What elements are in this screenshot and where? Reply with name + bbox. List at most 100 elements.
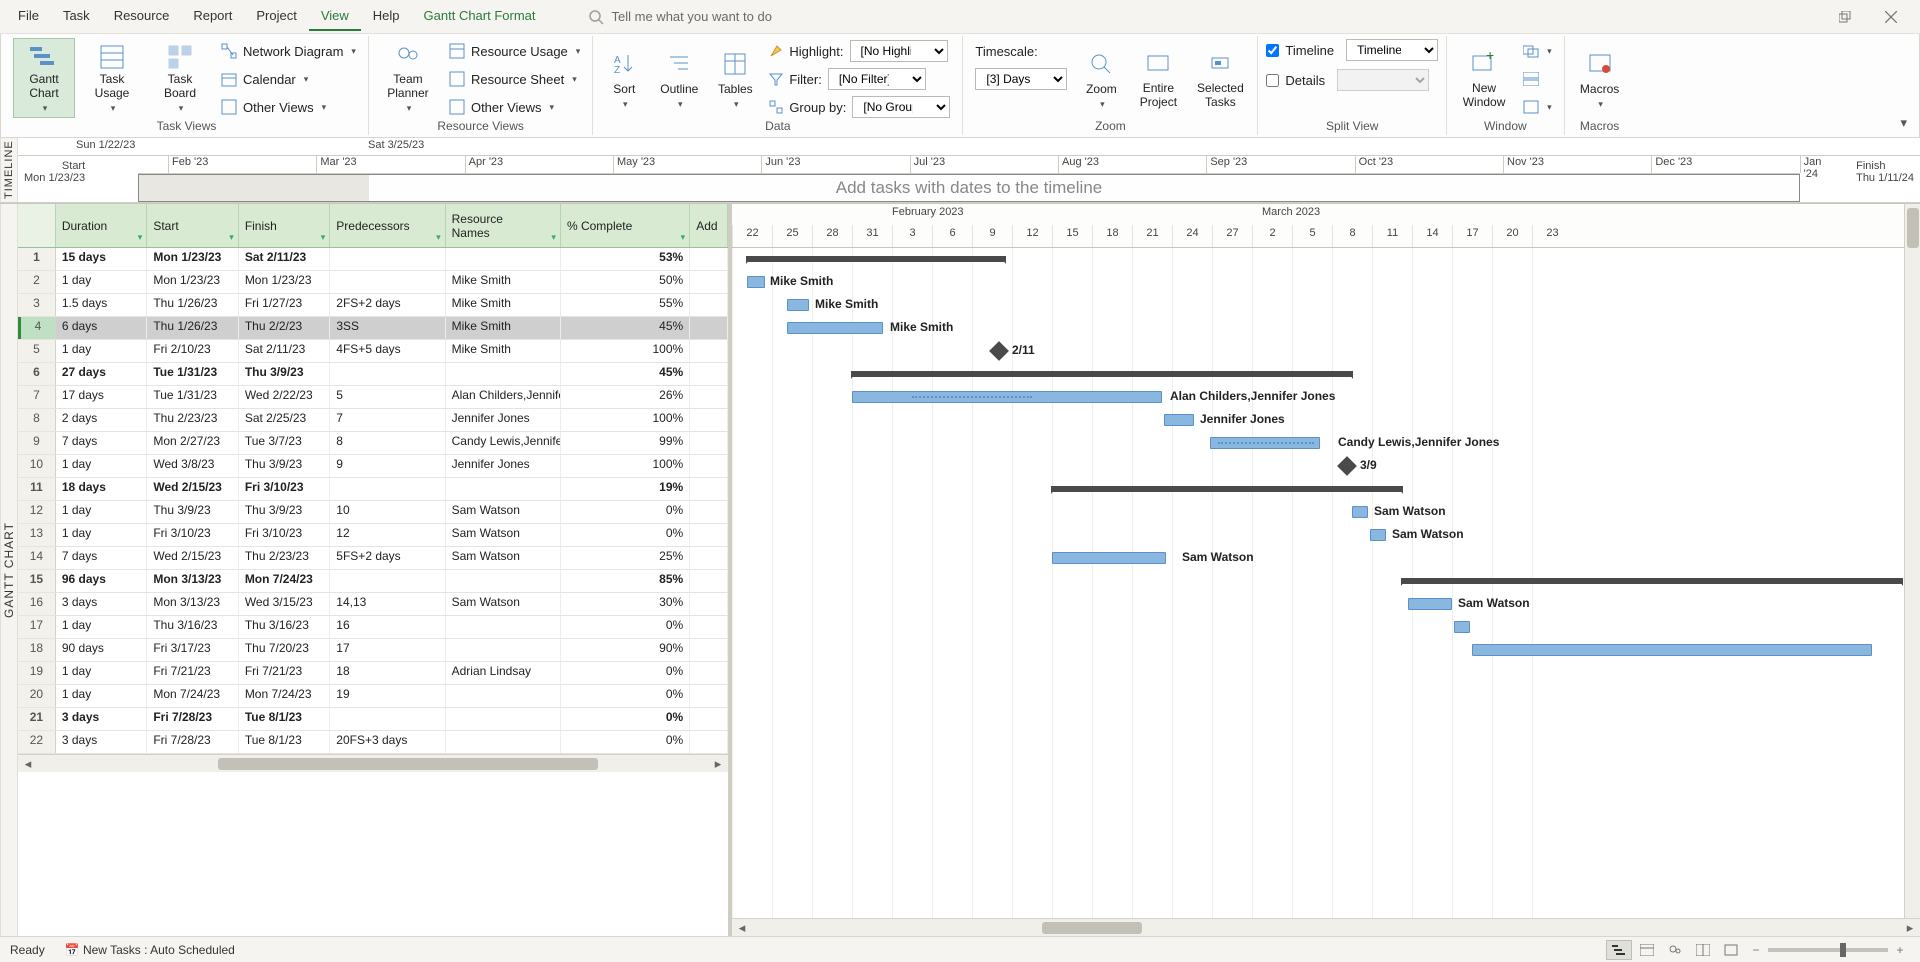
cell-add[interactable] [690, 409, 728, 431]
cell-start[interactable]: Mon 1/23/23 [147, 248, 238, 270]
entire-project-button[interactable]: Entire Project [1131, 38, 1185, 118]
cell-pct[interactable]: 0% [561, 501, 690, 523]
cell-predecessors[interactable]: 2FS+2 days [330, 294, 445, 316]
cell-duration[interactable]: 27 days [56, 363, 147, 385]
view-task-usage-button[interactable] [1634, 940, 1660, 960]
cell-duration[interactable]: 1.5 days [56, 294, 147, 316]
resource-sheet-button[interactable]: Resource Sheet▾ [445, 66, 584, 92]
macros-button[interactable]: Macros▾ [1573, 38, 1627, 118]
cell-predecessors[interactable]: 8 [330, 432, 445, 454]
cell-predecessors[interactable]: 5FS+2 days [330, 547, 445, 569]
menu-help[interactable]: Help [361, 2, 412, 31]
cell-finish[interactable]: Mon 7/24/23 [239, 685, 330, 707]
cell-pct[interactable]: 0% [561, 685, 690, 707]
cell-finish[interactable]: Mon 1/23/23 [239, 271, 330, 293]
row-index[interactable]: 9 [18, 432, 56, 454]
cell-finish[interactable]: Thu 7/20/23 [239, 639, 330, 661]
col-indicator[interactable] [18, 204, 56, 247]
calendar-button[interactable]: Calendar▾ [217, 66, 360, 92]
cell-add[interactable] [690, 685, 728, 707]
gantt-vscroll[interactable] [1904, 204, 1920, 936]
cell-pct[interactable]: 0% [561, 662, 690, 684]
row-index[interactable]: 20 [18, 685, 56, 707]
table-row[interactable]: 101 dayWed 3/8/23Thu 3/9/239Jennifer Jon… [18, 455, 728, 478]
cell-predecessors[interactable] [330, 708, 445, 730]
cell-add[interactable] [690, 248, 728, 270]
cell-add[interactable] [690, 662, 728, 684]
cell-start[interactable]: Tue 1/31/23 [147, 386, 238, 408]
cell-add[interactable] [690, 501, 728, 523]
cell-predecessors[interactable] [330, 248, 445, 270]
zoom-in-button[interactable]: + [1890, 940, 1910, 960]
cell-resources[interactable]: Sam Watson [446, 524, 561, 546]
cell-add[interactable] [690, 731, 728, 753]
cell-add[interactable] [690, 340, 728, 362]
table-row[interactable]: 115 daysMon 1/23/23Sat 2/11/2353% [18, 248, 728, 271]
row-index[interactable]: 5 [18, 340, 56, 362]
window-close[interactable] [1868, 3, 1914, 31]
cell-duration[interactable]: 7 days [56, 432, 147, 454]
cell-duration[interactable]: 1 day [56, 501, 147, 523]
cell-start[interactable]: Mon 3/13/23 [147, 593, 238, 615]
cell-resources[interactable] [446, 248, 561, 270]
cell-add[interactable] [690, 386, 728, 408]
ribbon-collapse[interactable]: ▾ [1892, 111, 1915, 135]
cell-duration[interactable]: 3 days [56, 593, 147, 615]
cell-predecessors[interactable]: 17 [330, 639, 445, 661]
cell-duration[interactable]: 18 days [56, 478, 147, 500]
col-duration[interactable]: Duration▾ [56, 204, 147, 247]
cell-start[interactable]: Wed 2/15/23 [147, 547, 238, 569]
cell-start[interactable]: Thu 1/26/23 [147, 294, 238, 316]
row-index[interactable]: 8 [18, 409, 56, 431]
timescale-select[interactable]: [3] Days [975, 68, 1067, 90]
gantt-bar[interactable] [1408, 598, 1452, 610]
gantt-summary-bar[interactable] [852, 371, 1352, 377]
table-row[interactable]: 31.5 daysThu 1/26/23Fri 1/27/232FS+2 day… [18, 294, 728, 317]
cell-resources[interactable]: Mike Smith [446, 340, 561, 362]
cell-finish[interactable]: Fri 1/27/23 [239, 294, 330, 316]
cell-start[interactable]: Thu 1/26/23 [147, 317, 238, 339]
gantt-bar[interactable] [787, 322, 883, 334]
cell-finish[interactable]: Fri 3/10/23 [239, 524, 330, 546]
cell-resources[interactable] [446, 685, 561, 707]
cell-resources[interactable]: Sam Watson [446, 547, 561, 569]
zoom-out-button[interactable]: − [1746, 940, 1766, 960]
menu-project[interactable]: Project [244, 2, 308, 31]
cell-pct[interactable]: 50% [561, 271, 690, 293]
table-row[interactable]: 131 dayFri 3/10/23Fri 3/10/2312Sam Watso… [18, 524, 728, 547]
cell-start[interactable]: Fri 3/17/23 [147, 639, 238, 661]
window-restore[interactable] [1822, 3, 1868, 31]
cell-pct[interactable]: 45% [561, 363, 690, 385]
cell-pct[interactable]: 45% [561, 317, 690, 339]
table-row[interactable]: 82 daysThu 2/23/23Sat 2/25/237Jennifer J… [18, 409, 728, 432]
cell-add[interactable] [690, 639, 728, 661]
menu-report[interactable]: Report [181, 2, 244, 31]
cell-duration[interactable]: 17 days [56, 386, 147, 408]
gantt-chart[interactable]: February 2023March 2023 2225283136912151… [732, 204, 1920, 936]
cell-add[interactable] [690, 547, 728, 569]
cell-add[interactable] [690, 708, 728, 730]
cell-predecessors[interactable]: 4FS+5 days [330, 340, 445, 362]
resource-usage-button[interactable]: Resource Usage▾ [445, 38, 584, 64]
cell-pct[interactable]: 100% [561, 409, 690, 431]
cell-duration[interactable]: 7 days [56, 547, 147, 569]
cell-pct[interactable]: 0% [561, 524, 690, 546]
cell-finish[interactable]: Thu 3/9/23 [239, 455, 330, 477]
col-add-new[interactable]: Add [690, 204, 728, 247]
col-start[interactable]: Start▾ [147, 204, 238, 247]
cell-duration[interactable]: 1 day [56, 616, 147, 638]
row-index[interactable]: 22 [18, 731, 56, 753]
cell-add[interactable] [690, 271, 728, 293]
cell-duration[interactable]: 3 days [56, 708, 147, 730]
table-row[interactable]: 147 daysWed 2/15/23Thu 2/23/235FS+2 days… [18, 547, 728, 570]
cell-duration[interactable]: 1 day [56, 662, 147, 684]
cell-pct[interactable]: 90% [561, 639, 690, 661]
row-index[interactable]: 19 [18, 662, 56, 684]
table-row[interactable]: 191 dayFri 7/21/23Fri 7/21/2318Adrian Li… [18, 662, 728, 685]
other-resource-views-button[interactable]: Other Views▾ [445, 94, 584, 120]
arrange-button[interactable] [1519, 66, 1556, 92]
cell-add[interactable] [690, 524, 728, 546]
cell-pct[interactable]: 26% [561, 386, 690, 408]
cell-finish[interactable]: Mon 7/24/23 [239, 570, 330, 592]
cell-duration[interactable]: 1 day [56, 271, 147, 293]
